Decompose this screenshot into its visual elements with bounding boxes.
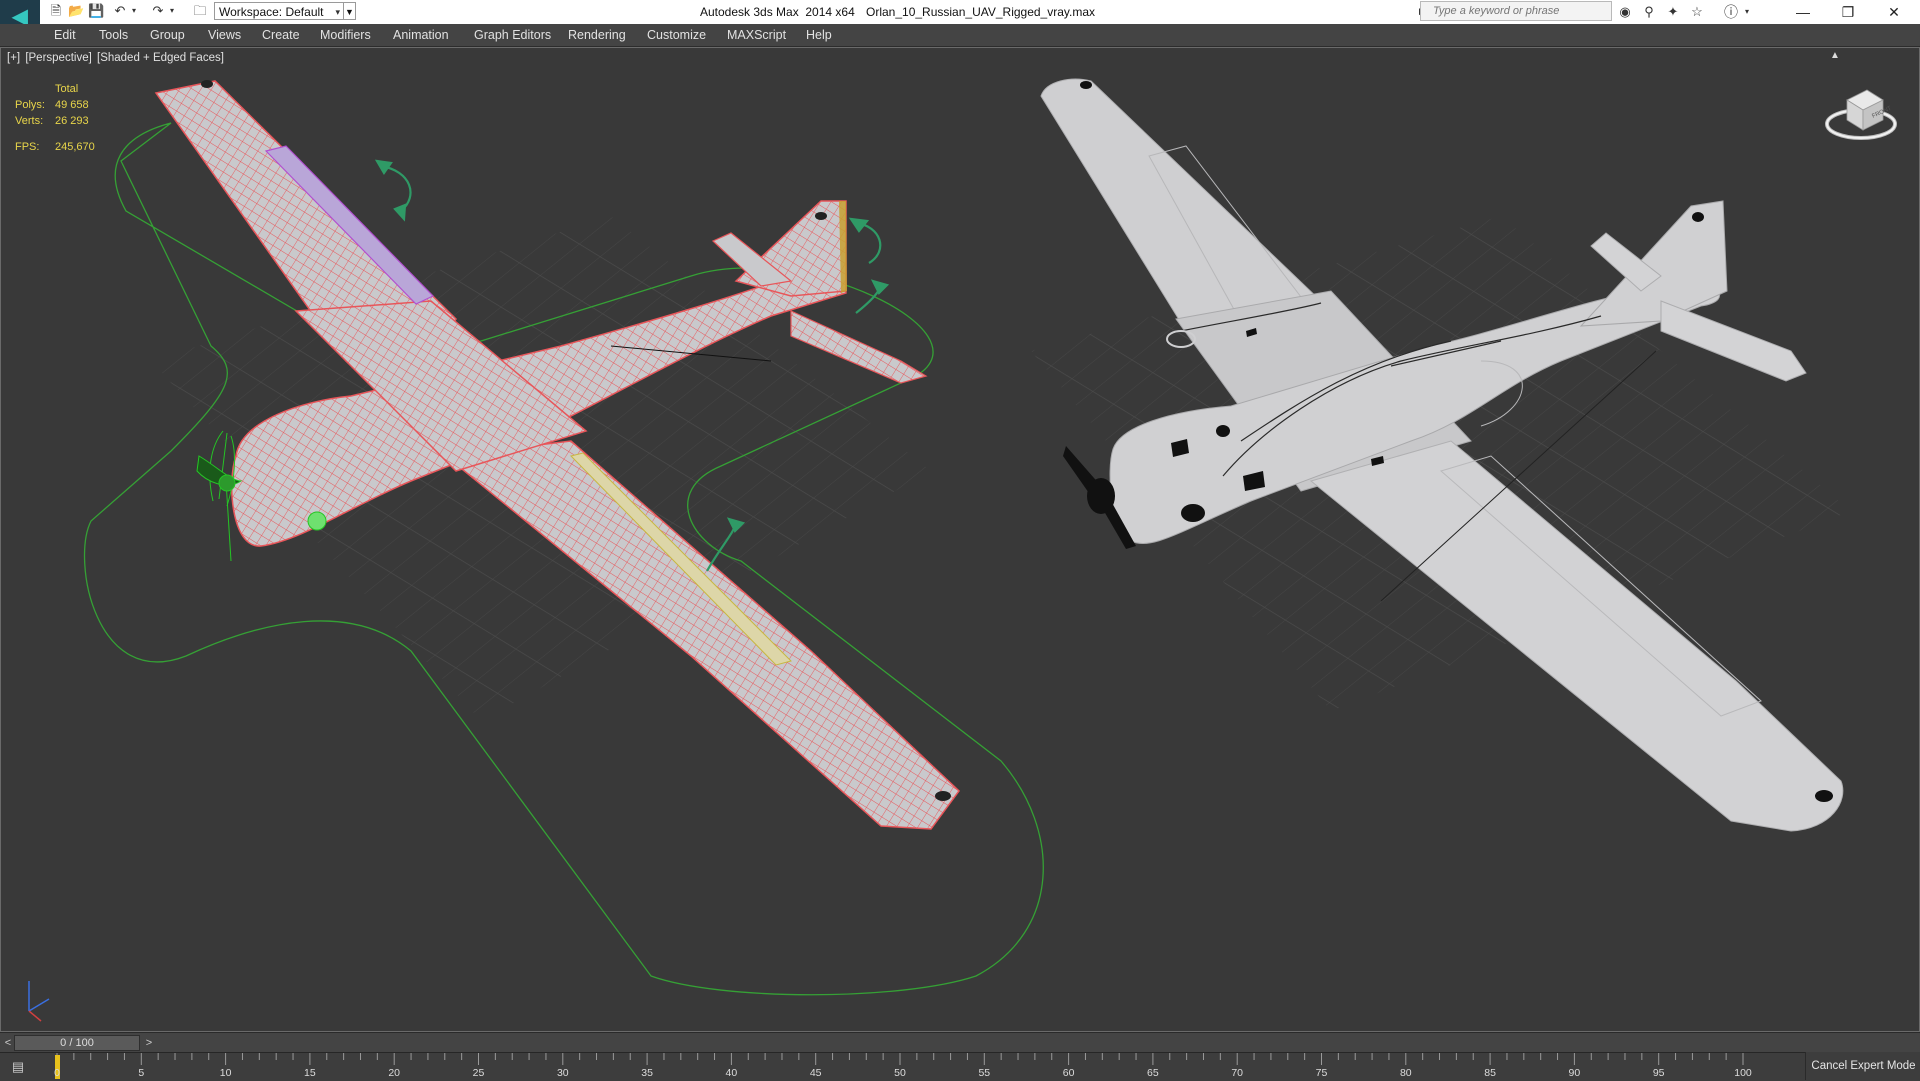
favorites-icon[interactable]: ✦ <box>1664 3 1682 21</box>
new-file-icon[interactable]: 🗎 <box>48 3 64 19</box>
app-title: Autodesk 3ds Max 2014 x64 <box>700 5 855 19</box>
track-tick-label: 65 <box>1147 1067 1159 1079</box>
track-tick-label: 10 <box>219 1067 232 1079</box>
home-icon[interactable]: ▲ <box>1830 50 1840 61</box>
viewport-view-label[interactable]: [Perspective] <box>25 52 91 64</box>
track-tick-label: 80 <box>1399 1067 1412 1079</box>
track-tick-label: 95 <box>1652 1067 1665 1079</box>
menu-create[interactable]: Create <box>262 24 300 46</box>
track-tick-label: 25 <box>472 1067 485 1079</box>
track-tick-label: 75 <box>1315 1067 1328 1079</box>
viewport-statistics: Total Polys: 49 658 Verts: 26 293 FPS: 245,… <box>15 81 95 155</box>
binoculars-icon[interactable]: ◉ <box>1616 3 1634 21</box>
title-bar: ◀ 🗎 📂 💾 ↶ ▾ ↷ ▾ 🗀 Workspace: Default ▾ ▼… <box>0 0 1920 32</box>
close-button[interactable]: ✕ <box>1872 0 1916 24</box>
time-slider-bar: < 0 / 100 > <box>0 1032 1920 1053</box>
track-bar[interactable]: ▤ 0 5 10 15 20 25 30 35 40 45 50 55 60 65 70 75 80 85 90 95… <box>0 1052 1920 1081</box>
menu-tools[interactable]: Tools <box>99 24 128 46</box>
undo-dropdown-icon[interactable]: ▾ <box>126 3 142 19</box>
menu-group[interactable]: Group <box>150 24 185 46</box>
viewport-scene[interactable] <box>1 48 1919 1031</box>
track-tick-label: 100 <box>1734 1067 1752 1079</box>
help-dropdown-icon[interactable]: ▾ <box>1738 3 1756 21</box>
cancel-expert-mode-button[interactable]: Cancel Expert Mode <box>1805 1052 1920 1080</box>
viewport-label[interactable]: [+] [Perspective] [Shaded + Edged Faces] <box>7 52 226 64</box>
track-tick-label: 50 <box>894 1067 906 1079</box>
track-bar-menu-icon[interactable]: ▤ <box>6 1058 30 1076</box>
polys-label: Polys: <box>15 99 45 111</box>
track-tick-label: 30 <box>556 1067 569 1079</box>
document-title: Orlan_10_Russian_UAV_Rigged_vray.max <box>866 5 1096 19</box>
viewcube[interactable]: FRONT <box>1821 78 1901 148</box>
stats-total-header: Total <box>55 83 79 95</box>
menu-views[interactable]: Views <box>208 24 241 46</box>
track-tick-label: 70 <box>1231 1067 1244 1079</box>
previous-frame-button[interactable]: < <box>2 1035 14 1051</box>
search-input[interactable] <box>1433 2 1609 20</box>
key-icon[interactable]: ⚲ <box>1640 3 1658 21</box>
menu-modifiers[interactable]: Modifiers <box>320 24 371 46</box>
chevron-down-icon: ▾ <box>335 7 340 17</box>
restore-button[interactable]: ❐ <box>1826 0 1870 24</box>
menu-graph-editors[interactable]: Graph Editors <box>474 24 551 46</box>
open-file-icon[interactable]: 📂 <box>68 3 84 19</box>
menu-maxscript[interactable]: MAXScript <box>727 24 786 46</box>
verts-label: Verts: <box>15 115 44 127</box>
verts-value: 26 293 <box>55 115 89 127</box>
fps-label: FPS: <box>15 141 40 153</box>
workspace-dropdown-button[interactable]: ▼ <box>344 2 356 20</box>
menu-animation[interactable]: Animation <box>393 24 449 46</box>
fps-value: 245,670 <box>55 141 95 153</box>
workspace-value: Workspace: Default <box>219 5 324 19</box>
viewport-shading-label[interactable]: [Shaded + Edged Faces] <box>97 52 224 64</box>
track-tick-label: 90 <box>1568 1067 1581 1079</box>
next-frame-button[interactable]: > <box>142 1035 156 1051</box>
menu-edit[interactable]: Edit <box>54 24 76 46</box>
polys-value: 49 658 <box>55 99 89 111</box>
shaded-tail-fin <box>1579 200 1728 327</box>
perspective-viewport[interactable]: [+] [Perspective] [Shaded + Edged Faces]… <box>0 47 1920 1032</box>
project-folder-icon[interactable]: 🗀 <box>192 3 208 19</box>
uav-wireframe-model[interactable] <box>83 80 1044 996</box>
track-tick-label: 20 <box>388 1067 401 1079</box>
track-tick-label: 35 <box>641 1067 653 1079</box>
star-icon[interactable]: ☆ <box>1688 3 1706 21</box>
menu-customize[interactable]: Customize <box>647 24 706 46</box>
save-icon[interactable]: 💾 <box>88 3 104 19</box>
time-slider[interactable]: 0 / 100 <box>14 1035 140 1051</box>
viewport-menu-plus[interactable]: [+] <box>7 52 20 64</box>
menu-rendering[interactable]: Rendering <box>568 24 626 46</box>
track-tick-label: 60 <box>1062 1067 1075 1079</box>
track-tick-label: 0 <box>54 1067 60 1079</box>
minimize-button[interactable]: — <box>1781 0 1825 24</box>
track-tick-label: 45 <box>809 1067 822 1079</box>
track-tick-label: 5 <box>138 1067 145 1079</box>
redo-dropdown-icon[interactable]: ▾ <box>164 3 180 19</box>
track-tick-label: 15 <box>304 1067 316 1079</box>
rotation-gizmo-wing <box>374 159 412 222</box>
workspace-select[interactable]: Workspace: Default ▾ <box>214 2 344 20</box>
search-box[interactable] <box>1420 1 1612 21</box>
shaded-stabilizer-right <box>1660 300 1807 382</box>
track-tick-label: 55 <box>978 1067 991 1079</box>
track-tick-label: 40 <box>725 1067 738 1079</box>
track-tick-label: 85 <box>1484 1067 1496 1079</box>
rotation-gizmo-tail <box>848 217 882 264</box>
menu-bar: Edit Tools Group Views Create Modifiers … <box>0 24 1920 47</box>
axis-tripod <box>28 981 50 1022</box>
menu-help[interactable]: Help <box>806 24 832 46</box>
